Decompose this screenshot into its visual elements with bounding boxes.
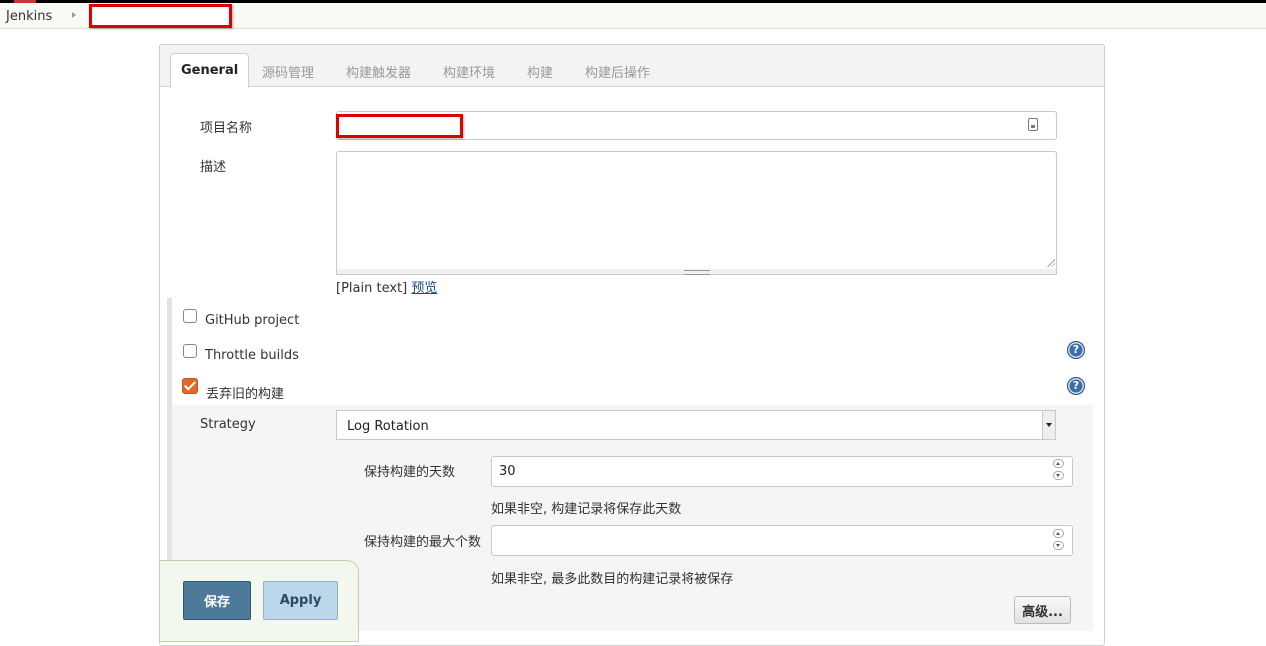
stepper-up-icon[interactable] xyxy=(1053,459,1064,468)
days-stepper[interactable] xyxy=(1053,459,1064,481)
textarea-resize-handle[interactable] xyxy=(336,269,1057,275)
grip-icon xyxy=(684,270,710,275)
tab-source-code[interactable]: 源码管理 xyxy=(262,62,314,81)
preview-link[interactable]: 预览 xyxy=(411,281,437,296)
throttle-builds-label: Throttle builds xyxy=(205,348,299,363)
plain-text-label: [Plain text] xyxy=(336,281,408,296)
tab-bar: General 源码管理 构建触发器 构建环境 构建 构建后操作 xyxy=(160,45,1104,88)
max-builds-label: 保持构建的最大个数 xyxy=(364,535,482,550)
tab-build-triggers[interactable]: 构建触发器 xyxy=(346,62,411,81)
max-builds-stepper[interactable] xyxy=(1053,529,1064,551)
plain-text-line: [Plain text] 预览 xyxy=(336,277,437,296)
tab-build[interactable]: 构建 xyxy=(527,62,553,81)
discard-old-builds-checkbox[interactable] xyxy=(182,378,198,394)
throttle-builds-checkbox[interactable] xyxy=(183,344,197,358)
tab-post-build[interactable]: 构建后操作 xyxy=(585,62,650,81)
description-label: 描述 xyxy=(200,160,227,175)
advanced-button[interactable]: 高级... xyxy=(1014,596,1071,624)
github-project-label: GitHub project xyxy=(205,313,300,328)
tab-general[interactable]: General xyxy=(170,53,250,88)
id-card-icon[interactable] xyxy=(1028,118,1038,131)
breadcrumb-separator-icon xyxy=(72,12,76,18)
discard-old-builds-label: 丢弃旧的构建 xyxy=(206,387,285,402)
days-to-keep-label: 保持构建的天数 xyxy=(364,465,456,480)
days-hint: 如果非空, 构建记录将保存此天数 xyxy=(491,502,682,517)
stepper-down-icon[interactable] xyxy=(1053,541,1064,550)
max-builds-input[interactable] xyxy=(491,525,1073,556)
breadcrumb-jenkins[interactable]: Jenkins xyxy=(6,9,52,24)
strategy-label: Strategy xyxy=(200,417,256,432)
save-button[interactable]: 保存 xyxy=(183,581,251,620)
help-icon[interactable]: ? xyxy=(1067,341,1085,359)
stepper-down-icon[interactable] xyxy=(1053,471,1064,480)
resize-corner-icon[interactable] xyxy=(1046,258,1055,267)
apply-button[interactable]: Apply xyxy=(263,581,338,620)
redacted-job-name xyxy=(89,4,232,28)
strategy-select[interactable]: Log Rotation xyxy=(336,410,1056,440)
tab-build-environment[interactable]: 构建环境 xyxy=(443,62,495,81)
max-builds-hint: 如果非空, 最多此数目的构建记录将被保存 xyxy=(491,572,734,587)
project-name-label: 项目名称 xyxy=(200,121,253,136)
redacted-project-name xyxy=(336,114,463,138)
help-icon[interactable]: ? xyxy=(1067,377,1085,395)
github-project-checkbox[interactable] xyxy=(183,309,197,323)
description-textarea[interactable] xyxy=(336,151,1057,270)
days-to-keep-input[interactable] xyxy=(491,456,1073,487)
strategy-selected-value: Log Rotation xyxy=(347,419,429,434)
stepper-up-icon[interactable] xyxy=(1053,529,1064,538)
chevron-down-icon[interactable] xyxy=(1042,411,1055,439)
